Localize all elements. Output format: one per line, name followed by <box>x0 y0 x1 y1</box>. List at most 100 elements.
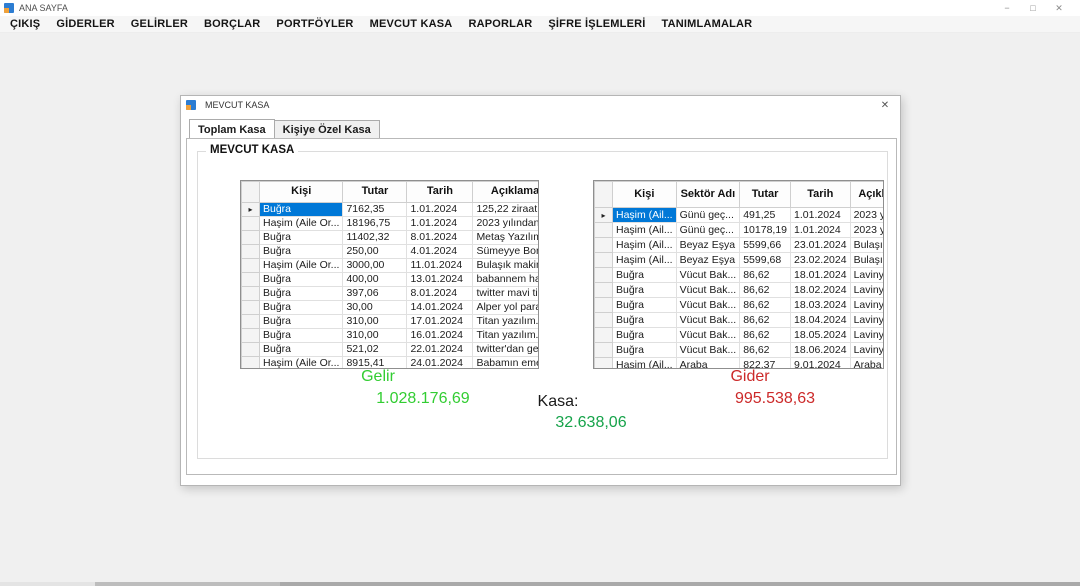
grid-cell[interactable]: Beyaz Eşya <box>676 253 740 268</box>
column-header[interactable]: Tutar <box>343 182 407 203</box>
table-row[interactable]: Haşim (Aile Or...3000,0011.01.2024Bulaşı… <box>242 259 540 273</box>
table-row[interactable]: Buğra521,0222.01.2024twitter'dan ge... <box>242 343 540 357</box>
table-row[interactable]: Haşim (Aile Or...18196,751.01.20242023 y… <box>242 217 540 231</box>
grid-cell[interactable]: 10178,19 <box>740 223 791 238</box>
row-header[interactable] <box>242 357 260 370</box>
grid-cell[interactable]: Buğra <box>260 329 343 343</box>
grid-cell[interactable]: 86,62 <box>740 343 791 358</box>
grid-cell[interactable]: 30,00 <box>343 301 407 315</box>
grid-cell[interactable]: 13.01.2024 <box>407 273 473 287</box>
row-pointer-icon[interactable]: ▸ <box>595 208 613 223</box>
table-row[interactable]: Buğra310,0017.01.2024Titan yazılım.... <box>242 315 540 329</box>
grid-cell[interactable]: 11.01.2024 <box>407 259 473 273</box>
grid-cell[interactable]: Sümeyye Borc... <box>473 245 539 259</box>
grid-cell[interactable]: babannem ha... <box>473 273 539 287</box>
row-header[interactable] <box>595 358 613 370</box>
row-header[interactable] <box>242 329 260 343</box>
grid-cell[interactable]: Bulaşık M... <box>850 253 884 268</box>
column-header[interactable]: Tarih <box>407 182 473 203</box>
column-header[interactable]: Tarih <box>791 182 851 208</box>
table-row[interactable]: Buğra400,0013.01.2024babannem ha... <box>242 273 540 287</box>
grid-cell[interactable]: Bulaşık makin... <box>473 259 539 273</box>
grid-cell[interactable]: Bulaşık M... <box>850 238 884 253</box>
grid-cell[interactable]: 491,25 <box>740 208 791 223</box>
row-header[interactable] <box>595 253 613 268</box>
row-header[interactable] <box>595 268 613 283</box>
grid-cell[interactable]: Titan yazılım.... <box>473 315 539 329</box>
grid-cell[interactable]: 3000,00 <box>343 259 407 273</box>
grid-cell[interactable]: Haşim (Ail... <box>613 253 677 268</box>
table-row[interactable]: BuğraVücut Bak...86,6218.05.2024Lavinya … <box>595 328 885 343</box>
grid-cell[interactable]: Beyaz Eşya <box>676 238 740 253</box>
grid-cell[interactable]: Buğra <box>260 231 343 245</box>
tab-kisiye-ozel-kasa[interactable]: Kişiye Özel Kasa <box>274 120 380 138</box>
column-header[interactable]: Açıklama <box>473 182 539 203</box>
grid-cell[interactable]: Buğra <box>613 343 677 358</box>
grid-cell[interactable]: 17.01.2024 <box>407 315 473 329</box>
grid-cell[interactable]: 8.01.2024 <box>407 287 473 301</box>
grid-cell[interactable]: Buğra <box>260 287 343 301</box>
grid-cell[interactable]: 16.01.2024 <box>407 329 473 343</box>
grid-cell[interactable]: twitter'dan ge... <box>473 343 539 357</box>
grid-cell[interactable]: Buğra <box>613 268 677 283</box>
grid-cell[interactable]: 18.03.2024 <box>791 298 851 313</box>
grid-cell[interactable]: 310,00 <box>343 315 407 329</box>
grid-cell[interactable]: twitter mavi ti... <box>473 287 539 301</box>
row-header[interactable] <box>242 245 260 259</box>
grid-cell[interactable]: Metaş Yazılım ... <box>473 231 539 245</box>
column-header[interactable]: Açıklama <box>850 182 884 208</box>
grid-cell[interactable]: Haşim (Ail... <box>613 223 677 238</box>
table-row[interactable]: Buğra11402,328.01.2024Metaş Yazılım ... <box>242 231 540 245</box>
table-row[interactable]: BuğraVücut Bak...86,6218.06.2024Lavinya … <box>595 343 885 358</box>
row-header[interactable] <box>595 283 613 298</box>
column-header[interactable]: Kişi <box>613 182 677 208</box>
grid-cell[interactable]: 4.01.2024 <box>407 245 473 259</box>
grid-cell[interactable]: Lavinya Kr... <box>850 283 884 298</box>
row-header[interactable] <box>242 287 260 301</box>
menu-item-6[interactable]: RAPORLAR <box>460 18 540 30</box>
table-row[interactable]: BuğraVücut Bak...86,6218.04.2024Lavinya … <box>595 313 885 328</box>
grid-cell[interactable]: 1.01.2024 <box>407 217 473 231</box>
row-header[interactable] <box>242 217 260 231</box>
row-header[interactable] <box>595 313 613 328</box>
grid-cell[interactable]: Titan yazılım.... <box>473 329 539 343</box>
menu-item-1[interactable]: GİDERLER <box>48 18 122 30</box>
tab-toplam-kasa[interactable]: Toplam Kasa <box>189 119 275 138</box>
grid-cell[interactable]: 18196,75 <box>343 217 407 231</box>
grid-cell[interactable]: 2023 yılın... <box>850 223 884 238</box>
menu-item-0[interactable]: ÇIKIŞ <box>2 18 48 30</box>
grid-cell[interactable]: Günü geç... <box>676 223 740 238</box>
minimize-icon[interactable]: − <box>994 0 1020 16</box>
row-header[interactable] <box>242 273 260 287</box>
table-row[interactable]: BuğraVücut Bak...86,6218.02.2024Lavinya … <box>595 283 885 298</box>
grid-cell[interactable]: 250,00 <box>343 245 407 259</box>
grid-cell[interactable]: Buğra <box>260 301 343 315</box>
table-row[interactable]: Buğra397,068.01.2024twitter mavi ti... <box>242 287 540 301</box>
table-row[interactable]: Haşim (Ail...Beyaz Eşya5599,6823.02.2024… <box>595 253 885 268</box>
grid-cell[interactable]: 23.02.2024 <box>791 253 851 268</box>
expense-grid[interactable]: KişiSektör AdıTutarTarihAçıklama▸Haşim (… <box>593 180 884 369</box>
child-close-icon[interactable]: ✕ <box>877 98 893 112</box>
column-header[interactable]: Sektör Adı <box>676 182 740 208</box>
table-row[interactable]: Haşim (Ail...Beyaz Eşya5599,6623.01.2024… <box>595 238 885 253</box>
grid-cell[interactable]: 5599,66 <box>740 238 791 253</box>
grid-cell[interactable]: 18.06.2024 <box>791 343 851 358</box>
grid-cell[interactable]: 14.01.2024 <box>407 301 473 315</box>
grid-cell[interactable]: 18.01.2024 <box>791 268 851 283</box>
grid-cell[interactable]: Buğra <box>613 298 677 313</box>
grid-cell[interactable]: 1.01.2024 <box>791 223 851 238</box>
close-icon[interactable]: ✕ <box>1046 0 1072 16</box>
grid-cell[interactable]: Buğra <box>260 203 343 217</box>
grid-cell[interactable]: 397,06 <box>343 287 407 301</box>
income-grid[interactable]: KişiTutarTarihAçıklama▸Buğra7162,351.01.… <box>240 180 539 369</box>
grid-cell[interactable]: Vücut Bak... <box>676 313 740 328</box>
grid-cell[interactable]: Haşim (Aile Or... <box>260 217 343 231</box>
column-header[interactable]: Tutar <box>740 182 791 208</box>
grid-cell[interactable]: Buğra <box>260 245 343 259</box>
grid-cell[interactable]: Günü geç... <box>676 208 740 223</box>
grid-cell[interactable]: Buğra <box>613 283 677 298</box>
grid-cell[interactable]: 400,00 <box>343 273 407 287</box>
grid-cell[interactable]: Haşim (Aile Or... <box>260 259 343 273</box>
grid-cell[interactable]: Lavinya Kr... <box>850 343 884 358</box>
grid-cell[interactable]: 23.01.2024 <box>791 238 851 253</box>
